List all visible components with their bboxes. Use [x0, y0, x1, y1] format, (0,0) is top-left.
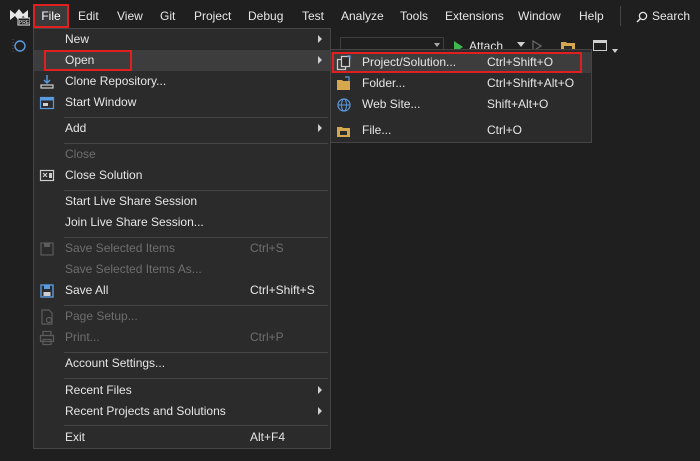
menu-item-label: Open [65, 53, 95, 67]
menu-item-label: Exit [65, 430, 86, 444]
menu-item-page-setup: Page Setup... [34, 306, 330, 327]
menu-item-shortcut: Ctrl+Shift+S [250, 283, 315, 297]
vs-preview-logo-icon: PRE [10, 9, 30, 26]
menu-item-label: Page Setup... [65, 309, 138, 323]
menu-item-save-selected-items: Save Selected Items Ctrl+S [34, 238, 330, 259]
close-solution-icon [39, 169, 55, 182]
save-all-icon [40, 284, 54, 298]
menu-item-print: Print... Ctrl+P [34, 327, 330, 348]
menu-item-label: Close Solution [65, 168, 143, 182]
menu-item-clone-repository[interactable]: Clone Repository... [34, 71, 330, 92]
submenu-item-label: Project/Solution... [362, 55, 457, 69]
menu-item-start-live-share[interactable]: Start Live Share Session [34, 191, 330, 212]
attach-dropdown-icon[interactable] [517, 42, 525, 48]
menu-item-exit[interactable]: Exit Alt+F4 [34, 427, 330, 448]
menu-analyze[interactable]: Analyze [341, 8, 384, 25]
menu-item-close: Close [34, 144, 330, 165]
save-icon [40, 242, 54, 256]
menu-item-shortcut: Ctrl+P [250, 330, 284, 344]
menu-help[interactable]: Help [579, 8, 604, 25]
submenu-item-label: Folder... [362, 76, 406, 90]
overflow-chevron-icon[interactable] [612, 48, 618, 54]
file-menu: New Open Clone Repository... Start Windo… [33, 28, 331, 449]
menu-item-close-solution[interactable]: Close Solution [34, 165, 330, 186]
menu-item-join-live-share[interactable]: Join Live Share Session... [34, 212, 330, 233]
submenu-item-shortcut: Ctrl+O [487, 123, 523, 137]
menu-item-add[interactable]: Add [34, 118, 330, 139]
menu-separator [64, 378, 328, 379]
menu-item-label: Save All [65, 283, 109, 297]
menu-item-shortcut: Alt+F4 [250, 430, 286, 444]
menu-item-label: Close [65, 147, 96, 161]
menu-item-label: Recent Files [65, 383, 132, 397]
page-setup-icon [41, 309, 53, 325]
menu-item-label: Clone Repository... [65, 74, 167, 88]
menu-item-label: Recent Projects and Solutions [65, 404, 226, 418]
menu-tools[interactable]: Tools [400, 8, 428, 25]
menu-item-start-window[interactable]: Start Window [34, 92, 330, 113]
submenu-arrow-icon [318, 124, 322, 132]
menu-file[interactable]: File [33, 4, 69, 28]
submenu-arrow-icon [318, 386, 322, 394]
submenu-item-shortcut: Ctrl+Shift+O [487, 55, 554, 69]
menu-item-label: Print... [65, 330, 100, 344]
menu-project[interactable]: Project [194, 8, 231, 25]
menu-edit[interactable]: Edit [78, 8, 99, 25]
submenu-item-shortcut: Shift+Alt+O [487, 97, 549, 111]
menu-item-label: Save Selected Items As... [65, 262, 202, 276]
menu-item-label: Add [65, 121, 87, 135]
submenu-arrow-icon [318, 407, 322, 415]
menu-separator [64, 425, 328, 426]
menu-view[interactable]: View [117, 8, 143, 25]
menu-item-recent-files[interactable]: Recent Files [34, 380, 330, 401]
menu-item-label: Start Live Share Session [65, 194, 198, 208]
menu-test[interactable]: Test [302, 8, 324, 25]
folder-icon [337, 76, 350, 90]
globe-icon [337, 98, 351, 112]
menu-item-label: New [65, 32, 90, 46]
clone-repo-icon [40, 75, 54, 89]
open-submenu: Project/Solution... Ctrl+Shift+O Folder.… [330, 49, 592, 143]
search-label: Search [652, 9, 691, 23]
submenu-item-file[interactable]: File... Ctrl+O [331, 120, 591, 141]
submenu-item-label: File... [362, 123, 392, 137]
submenu-item-project-solution[interactable]: Project/Solution... Ctrl+Shift+O [331, 52, 591, 73]
menu-item-recent-projects[interactable]: Recent Projects and Solutions [34, 401, 330, 422]
menu-window[interactable]: Window [518, 8, 561, 25]
menu-extensions[interactable]: Extensions [445, 8, 504, 25]
menu-item-open[interactable]: Open [34, 50, 330, 71]
submenu-item-folder[interactable]: Folder... Ctrl+Shift+Alt+O [331, 73, 591, 94]
search-box[interactable]: Search [636, 8, 690, 24]
menu-item-label: Start Window [65, 95, 137, 109]
submenu-arrow-icon [318, 35, 322, 43]
window-layout-icon[interactable] [592, 38, 608, 54]
start-window-icon [39, 96, 55, 110]
menu-git[interactable]: Git [160, 8, 175, 25]
project-solution-icon [336, 55, 351, 71]
menu-item-label: Save Selected Items [65, 241, 176, 255]
search-icon [636, 11, 648, 23]
menu-item-new[interactable]: New [34, 29, 330, 50]
open-file-icon [337, 127, 350, 137]
print-icon [39, 330, 55, 346]
menu-item-account-settings[interactable]: Account Settings... [34, 353, 330, 374]
menu-debug[interactable]: Debug [248, 8, 283, 25]
menu-item-label: Join Live Share Session... [65, 215, 204, 229]
submenu-item-shortcut: Ctrl+Shift+Alt+O [487, 76, 575, 90]
submenu-item-web-site[interactable]: Web Site... Shift+Alt+O [331, 94, 591, 115]
submenu-arrow-icon [318, 56, 322, 64]
menu-item-save-all[interactable]: Save All Ctrl+Shift+S [34, 280, 330, 301]
back-nav-icon[interactable] [10, 38, 26, 54]
menu-item-label: Account Settings... [65, 356, 166, 370]
menubar-divider [620, 6, 621, 26]
svg-text:PRE: PRE [19, 20, 30, 26]
menu-item-save-selected-items-as: Save Selected Items As... [34, 259, 330, 280]
submenu-item-label: Web Site... [362, 97, 421, 111]
menu-item-shortcut: Ctrl+S [250, 241, 284, 255]
